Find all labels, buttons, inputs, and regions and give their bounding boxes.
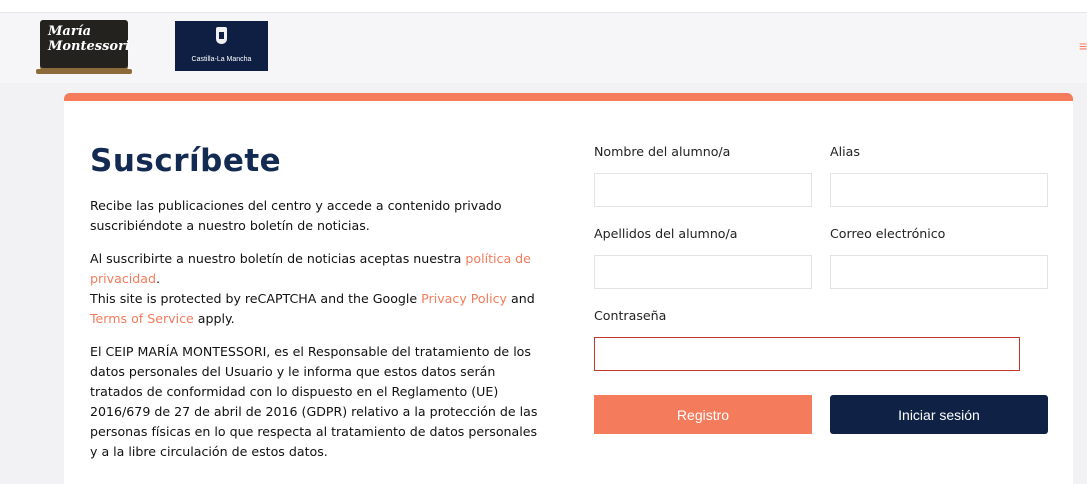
registro-button[interactable]: Registro [594, 395, 812, 434]
legal-notice: El CEIP MARÍA MONTESSORI, es el Responsa… [90, 344, 538, 459]
correo-label: Correo electrónico [830, 226, 946, 241]
crest-icon [216, 27, 227, 44]
nombre-input[interactable] [594, 173, 812, 207]
logo-line-2: Montessori [48, 39, 130, 54]
apellidos-input[interactable] [594, 255, 812, 289]
email-input[interactable] [830, 255, 1048, 289]
logo-line-1: María [48, 24, 92, 39]
terms-of-service-link[interactable]: Terms of Service [90, 311, 194, 326]
page-title: Suscríbete [90, 143, 282, 179]
nombre-label: Nombre del alumno/a [594, 144, 731, 159]
contrasena-label: Contraseña [594, 308, 667, 323]
alias-input[interactable] [830, 173, 1048, 207]
apellidos-label: Apellidos del alumno/a [594, 226, 738, 241]
clm-logo-text: Castilla-La Mancha [191, 56, 252, 63]
castilla-la-mancha-logo[interactable]: Castilla-La Mancha [175, 21, 268, 71]
password-input[interactable] [594, 337, 1020, 371]
maria-montessori-logo[interactable]: María Montessori [36, 20, 132, 74]
google-privacy-policy-link[interactable]: Privacy Policy [421, 291, 507, 306]
alias-label: Alias [830, 144, 860, 159]
hamburger-menu-icon[interactable]: ≡ [1079, 39, 1087, 53]
policy-text: Al suscribirte a nuestro boletín de noti… [90, 251, 535, 326]
login-button[interactable]: Iniciar sesión [830, 395, 1048, 434]
site-header [0, 13, 1087, 83]
intro-text: Recibe las publicaciones del centro y ac… [90, 198, 502, 233]
logo-board-base [36, 69, 132, 74]
